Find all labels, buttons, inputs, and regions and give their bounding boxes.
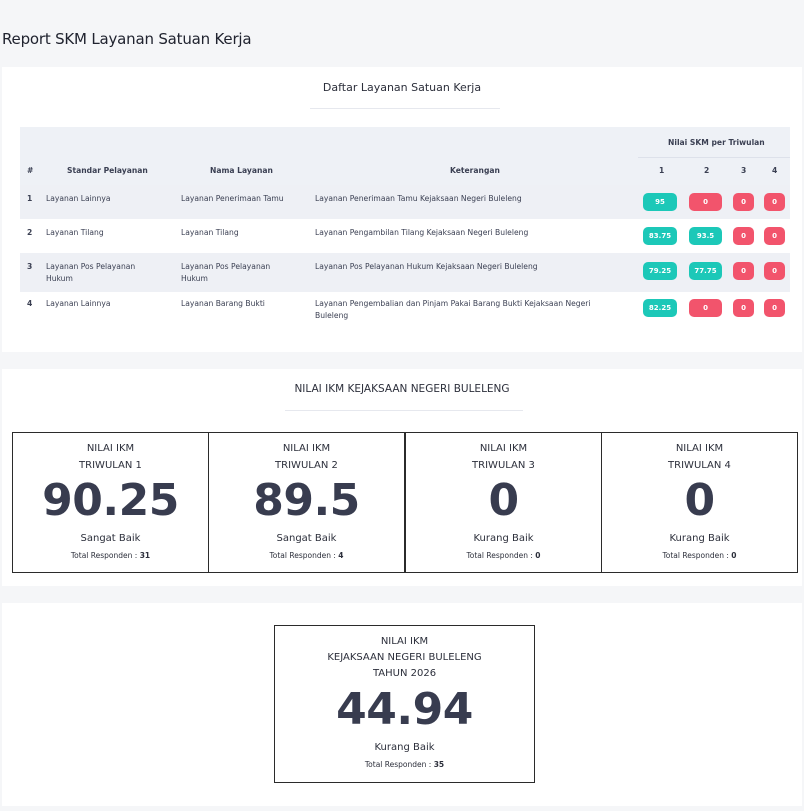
col-header-q1: 1	[659, 166, 665, 175]
responden-label: Total Responden :	[662, 551, 732, 560]
responden-count: 4	[338, 551, 344, 560]
row-no: 2	[27, 228, 33, 237]
score-badge: 0	[733, 299, 754, 317]
table-header: # Standar Pelayanan Nama Layanan Keteran…	[20, 127, 790, 185]
services-table: # Standar Pelayanan Nama Layanan Keteran…	[20, 127, 790, 332]
ikm-value: 90.25	[42, 475, 179, 526]
col-header-nama: Nama Layanan	[210, 166, 273, 175]
score-badge: 93.5	[689, 227, 722, 245]
row-keterangan: Layanan Penerimaan Tamu Kejaksaan Negeri…	[315, 194, 522, 203]
ikm-box-q1: NILAI IKM TRIWULAN 1 90.25 Sangat Baik T…	[12, 432, 209, 573]
ikm-year-responden: Total Responden : 35	[275, 760, 534, 769]
row-no: 1	[27, 194, 33, 203]
col-header-nilai-group: Nilai SKM per Triwulan	[668, 138, 765, 147]
row-standar: Layanan Lainnya	[46, 299, 111, 308]
ikm-responden: Total Responden : 0	[406, 551, 601, 560]
row-nama: Layanan Pos Pelayanan Hukum	[181, 262, 271, 283]
col-header-no: #	[27, 166, 34, 175]
ikm-responden: Total Responden : 4	[209, 551, 404, 560]
ikm-status: Kurang Baik	[669, 533, 730, 544]
responden-label: Total Responden :	[70, 551, 140, 560]
ikm-box-q3: NILAI IKM TRIWULAN 3 0 Kurang Baik Total…	[405, 432, 602, 573]
ikm-quarter-label: TRIWULAN 2	[275, 460, 338, 471]
responden-count: 31	[139, 551, 151, 560]
ikm-label: NILAI IKM	[675, 443, 724, 454]
ikm-quarter-label: TRIWULAN 4	[668, 460, 731, 471]
ikm-year-label: NILAI IKM	[380, 636, 429, 647]
score-badge: 0	[764, 262, 785, 280]
row-keterangan: Layanan Pengambilan Tilang Kejaksaan Neg…	[315, 228, 529, 237]
row-standar: Layanan Lainnya	[46, 194, 111, 203]
ikm-label: NILAI IKM	[282, 443, 331, 454]
score-badge: 0	[689, 193, 722, 211]
col-header-keterangan: Keterangan	[450, 166, 500, 175]
table-row: 1 Layanan Lainnya Layanan Penerimaan Tam…	[20, 185, 790, 219]
services-heading: Daftar Layanan Satuan Kerja	[322, 81, 482, 94]
ikm-box-q2: NILAI IKM TRIWULAN 2 89.5 Sangat Baik To…	[208, 432, 405, 573]
score-badge: 0	[764, 299, 785, 317]
ikm-value: 0	[684, 475, 715, 526]
row-no: 3	[27, 262, 33, 271]
ikm-year-box: NILAI IKM KEJAKSAAN NEGERI BULELENG TAHU…	[274, 625, 535, 783]
ikm-status: Kurang Baik	[473, 533, 534, 544]
responden-count: 0	[535, 551, 541, 560]
ikm-heading: NILAI IKM KEJAKSAAN NEGERI BULELENG	[294, 383, 510, 395]
ikm-status: Sangat Baik	[276, 533, 337, 544]
table-row: 3 Layanan Pos Pelayanan Hukum Layanan Po…	[20, 253, 790, 292]
row-keterangan: Layanan Pengembalian dan Pinjam Pakai Ba…	[315, 299, 591, 320]
score-badge: 0	[733, 193, 754, 211]
responden-label: Total Responden :	[466, 551, 536, 560]
ikm-quarter-label: TRIWULAN 3	[472, 460, 535, 471]
responden-count: 35	[433, 760, 445, 769]
ikm-year-status: Kurang Baik	[374, 742, 435, 753]
ikm-label: NILAI IKM	[86, 443, 135, 454]
table-row: 2 Layanan Tilang Layanan Tilang Layanan …	[20, 219, 790, 253]
col-header-q4: 4	[772, 166, 778, 175]
col-header-q3: 3	[741, 166, 747, 175]
responden-label: Total Responden :	[364, 760, 434, 769]
responden-count: 0	[731, 551, 737, 560]
table-row: 4 Layanan Lainnya Layanan Barang Bukti L…	[20, 292, 790, 332]
ikm-responden: Total Responden : 31	[13, 551, 208, 560]
row-nama: Layanan Barang Bukti	[181, 299, 265, 308]
ikm-value: 89.5	[253, 475, 360, 526]
score-badge: 0	[689, 299, 722, 317]
row-standar: Layanan Pos Pelayanan Hukum	[46, 262, 136, 283]
row-standar: Layanan Tilang	[46, 228, 104, 237]
ikm-year-tahun: TAHUN 2026	[372, 668, 437, 679]
ikm-box-q4: NILAI IKM TRIWULAN 4 0 Kurang Baik Total…	[601, 432, 798, 573]
responden-label: Total Responden :	[269, 551, 339, 560]
score-badge: 79.25	[643, 262, 677, 280]
row-nama: Layanan Penerimaan Tamu	[181, 194, 284, 203]
ikm-label: NILAI IKM	[479, 443, 528, 454]
ikm-status: Sangat Baik	[80, 533, 141, 544]
heading-divider	[310, 108, 500, 109]
page-title: Report SKM Layanan Satuan Kerja	[2, 30, 252, 48]
ikm-year-value: 44.94	[336, 684, 473, 735]
score-badge: 82.25	[643, 299, 677, 317]
col-header-q2: 2	[704, 166, 710, 175]
ikm-quarter-label: TRIWULAN 1	[79, 460, 142, 471]
ikm-responden: Total Responden : 0	[602, 551, 797, 560]
score-badge: 77.75	[689, 262, 722, 280]
heading-divider	[285, 410, 523, 411]
col-header-standar: Standar Pelayanan	[67, 166, 148, 175]
group-divider	[638, 157, 790, 158]
score-badge: 0	[764, 227, 785, 245]
score-badge: 0	[733, 227, 754, 245]
services-card: Daftar Layanan Satuan Kerja # Standar Pe…	[2, 67, 802, 352]
row-keterangan: Layanan Pos Pelayanan Hukum Kejaksaan Ne…	[315, 262, 538, 271]
score-badge: 0	[733, 262, 754, 280]
score-badge: 0	[764, 193, 785, 211]
row-no: 4	[27, 299, 33, 308]
score-badge: 83.75	[643, 227, 677, 245]
row-nama: Layanan Tilang	[181, 228, 239, 237]
score-badge: 95	[643, 193, 677, 211]
ikm-year-org: KEJAKSAAN NEGERI BULELENG	[327, 652, 482, 663]
ikm-value: 0	[488, 475, 519, 526]
